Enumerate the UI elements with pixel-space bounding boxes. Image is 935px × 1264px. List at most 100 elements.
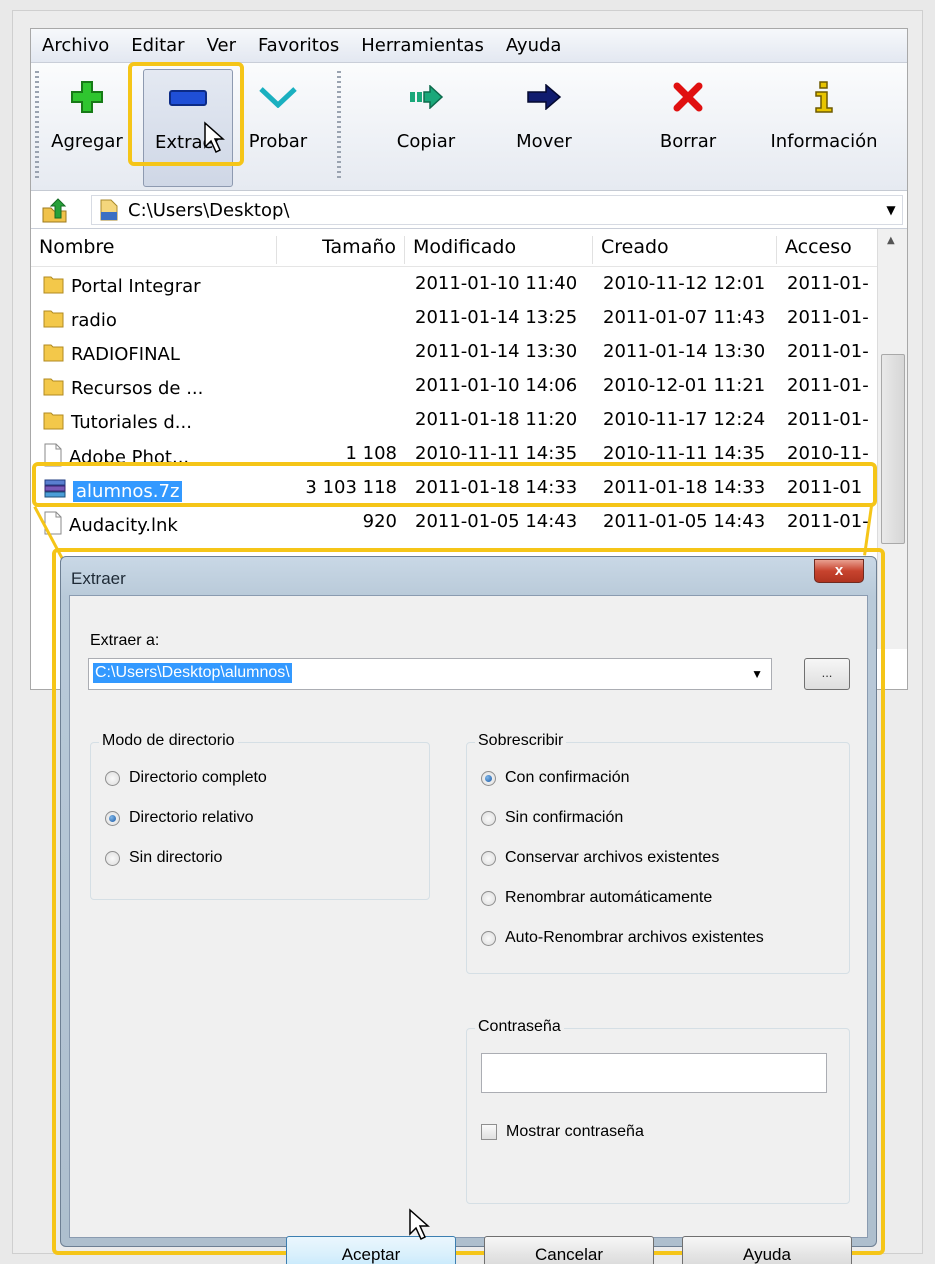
file-size: 1 108 [345, 443, 397, 464]
directory-mode-title: Modo de directorio [99, 732, 238, 750]
overwrite-option-label: Auto-Renombrar archivos existentes [505, 929, 764, 946]
browse-button[interactable]: ... [804, 658, 850, 690]
file-created: 2010-12-01 11:21 [603, 375, 766, 396]
dir_mode-option[interactable]: Directorio relativo [105, 809, 253, 827]
dir_mode-option-label: Sin directorio [129, 849, 223, 866]
ok-button[interactable]: Aceptar [286, 1236, 456, 1264]
toolbar-grip-2[interactable] [337, 71, 341, 181]
directory-mode-group: Modo de directorio Directorio completo Di… [90, 732, 430, 900]
file-name-cell[interactable]: Audacity.lnk [43, 511, 178, 540]
mouse-cursor-icon [204, 121, 225, 154]
radio-button[interactable] [481, 770, 496, 786]
table-row[interactable]: radio 2011-01-14 13:25 2011-01-07 11:43 201… [31, 301, 877, 335]
menu-herramientas[interactable]: Herramientas [350, 35, 495, 56]
col-created[interactable]: Creado [593, 236, 777, 264]
file-name-cell[interactable]: Portal Integrar [43, 273, 201, 300]
file-accessed: 2010-11- [787, 443, 869, 464]
chevron-down-icon[interactable]: ▼ [751, 667, 763, 681]
table-row[interactable]: Portal Integrar 2011-01-10 11:40 2010-11-1… [31, 267, 877, 301]
toolbar-grip[interactable] [35, 71, 39, 181]
password-input[interactable] [481, 1053, 827, 1093]
radio-button[interactable] [481, 890, 496, 906]
chevron-down-icon[interactable]: ▼ [880, 203, 902, 217]
dialog-body: Extraer a: C:\Users\Desktop\alumnos\ ▼ .… [69, 595, 868, 1264]
radio-button[interactable] [105, 850, 120, 866]
radio-button[interactable] [481, 930, 496, 946]
overwrite-option[interactable]: Renombrar automáticamente [481, 889, 712, 907]
menu-editar[interactable]: Editar [120, 35, 195, 56]
col-accessed[interactable]: Acceso [777, 236, 877, 264]
extract-to-combo[interactable]: C:\Users\Desktop\alumnos\ ▼ [88, 658, 772, 690]
file-name-cell[interactable]: radio [43, 307, 117, 334]
file-name-cell[interactable]: RADIOFINAL [43, 341, 180, 368]
radio-button[interactable] [105, 810, 120, 826]
file-name-cell[interactable]: Tutoriales d... [43, 409, 192, 436]
drive-icon [100, 199, 118, 221]
help-button[interactable]: Ayuda [682, 1236, 852, 1264]
up-folder-icon[interactable] [41, 198, 71, 224]
column-header: Nombre Tamaño Modificado Creado Acceso [31, 229, 877, 267]
path-text[interactable]: C:\Users\Desktop\ [128, 200, 880, 221]
overwrite-option-label: Conservar archivos existentes [505, 849, 720, 866]
col-name[interactable]: Nombre [31, 236, 277, 264]
file-modified: 2011-01-14 13:25 [415, 307, 578, 328]
info-button[interactable]: Información [761, 69, 887, 187]
file-name[interactable]: Audacity.lnk [69, 515, 178, 536]
extract-to-value[interactable]: C:\Users\Desktop\alumnos\ [93, 663, 292, 683]
add-button[interactable]: Agregar [43, 69, 131, 187]
scroll-thumb[interactable] [881, 354, 905, 544]
test-button[interactable]: Probar [239, 69, 317, 187]
info-label: Información [770, 131, 878, 152]
file-name[interactable]: Portal Integrar [71, 276, 201, 297]
dir_mode-option[interactable]: Sin directorio [105, 849, 222, 867]
radio-button[interactable] [105, 770, 120, 786]
copy-arrow-icon [410, 85, 444, 109]
file-created: 2010-11-11 14:35 [603, 443, 766, 464]
radio-button[interactable] [481, 850, 496, 866]
path-combo[interactable]: C:\Users\Desktop\ ▼ [91, 195, 903, 225]
overwrite-option-label: Renombrar automáticamente [505, 889, 713, 906]
dir_mode-option-label: Directorio relativo [129, 809, 254, 826]
file-name[interactable]: RADIOFINAL [71, 344, 180, 365]
table-row[interactable]: Audacity.lnk 920 2011-01-05 14:43 2011-01-0… [31, 505, 877, 539]
checkbox-box[interactable] [481, 1124, 497, 1140]
file-created: 2010-11-12 12:01 [603, 273, 766, 294]
overwrite-option[interactable]: Conservar archivos existentes [481, 849, 719, 867]
table-row[interactable]: Tutoriales d... 2011-01-18 11:20 2010-11-1… [31, 403, 877, 437]
file-modified: 2010-11-11 14:35 [415, 443, 578, 464]
dir_mode-option[interactable]: Directorio completo [105, 769, 267, 787]
overwrite-option[interactable]: Sin confirmación [481, 809, 623, 827]
file-name[interactable]: Recursos de ... [71, 378, 203, 399]
file-name-cell[interactable]: Recursos de ... [43, 375, 203, 402]
table-row[interactable]: RADIOFINAL 2011-01-14 13:30 2011-01-14 13:… [31, 335, 877, 369]
menu-favoritos[interactable]: Favoritos [247, 35, 350, 56]
cancel-button[interactable]: Cancelar [484, 1236, 654, 1264]
radio-button[interactable] [481, 810, 496, 826]
add-label: Agregar [51, 131, 123, 152]
menu-archivo[interactable]: Archivo [31, 35, 120, 56]
menu-ayuda[interactable]: Ayuda [495, 35, 573, 56]
col-modified[interactable]: Modificado [405, 236, 593, 264]
overwrite-option[interactable]: Auto-Renombrar archivos existentes [481, 929, 764, 947]
scroll-up-icon[interactable]: ▲ [887, 235, 895, 246]
mouse-cursor-icon-2 [409, 1208, 430, 1241]
extract-dialog-highlight: Extraer x Extraer a: C:\Users\Desktop\al… [52, 548, 885, 1264]
overwrite-option[interactable]: Con confirmación [481, 769, 630, 787]
folder-icon [43, 273, 65, 300]
delete-button[interactable]: Borrar [643, 69, 733, 187]
move-arrow-icon [527, 84, 562, 110]
file-accessed: 2011-01- [787, 375, 869, 396]
file-name[interactable]: radio [71, 310, 117, 331]
table-row[interactable]: Recursos de ... 2011-01-10 14:06 2010-12-0… [31, 369, 877, 403]
copy-label: Copiar [396, 131, 456, 152]
menu-ver[interactable]: Ver [196, 35, 247, 56]
overwrite-title: Sobrescribir [475, 732, 567, 750]
show-password-checkbox[interactable]: Mostrar contraseña [481, 1123, 644, 1141]
address-bar: C:\Users\Desktop\ ▼ [31, 191, 907, 229]
file-name[interactable]: Tutoriales d... [71, 412, 192, 433]
overwrite-group: Sobrescribir Con confirmación Sin confirm… [466, 732, 850, 974]
col-size[interactable]: Tamaño [277, 236, 405, 264]
copy-button[interactable]: Copiar [381, 69, 471, 187]
close-button[interactable]: x [814, 559, 864, 583]
move-button[interactable]: Mover [499, 69, 589, 187]
